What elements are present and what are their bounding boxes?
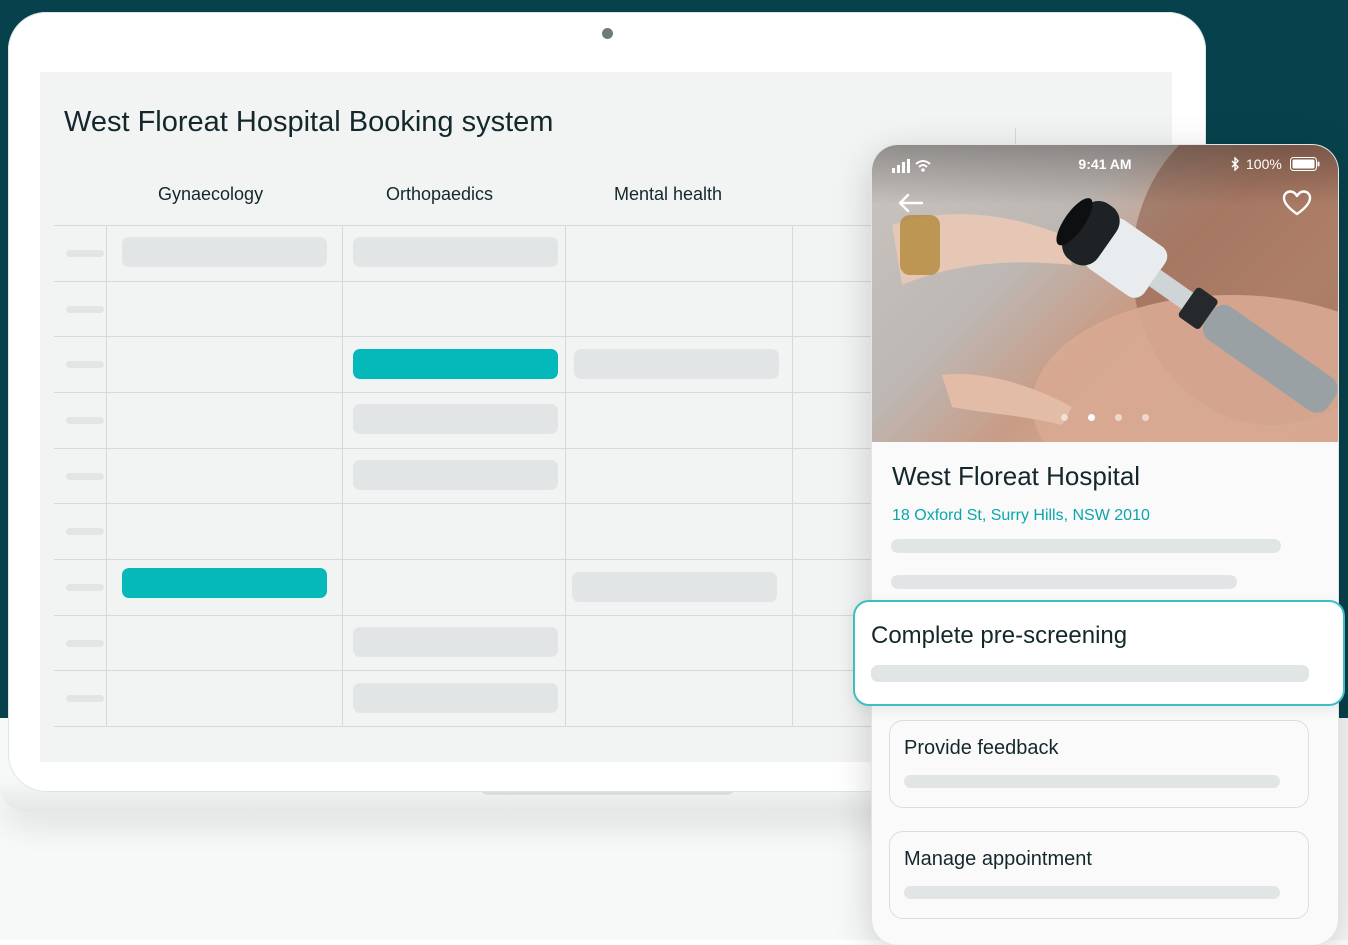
- time-label-placeholder: [66, 473, 104, 480]
- text-placeholder: [904, 886, 1280, 899]
- text-placeholder: [904, 775, 1280, 788]
- time-label-placeholder: [66, 417, 104, 424]
- carousel-dot[interactable]: [1115, 414, 1122, 421]
- provide-feedback-card[interactable]: Provide feedback: [889, 720, 1309, 808]
- grid-column-line: [792, 225, 793, 726]
- carousel-dot-current[interactable]: [1088, 414, 1095, 421]
- heart-icon[interactable]: [1282, 189, 1312, 217]
- laptop-camera: [602, 28, 613, 39]
- page-title: West Floreat Hospital Booking system: [64, 106, 554, 138]
- battery-icon: [1290, 157, 1320, 171]
- appointment-slot[interactable]: [353, 404, 558, 434]
- text-placeholder: [871, 665, 1309, 682]
- appointment-slot[interactable]: [122, 237, 327, 267]
- time-label-placeholder: [66, 250, 104, 257]
- appointment-slot[interactable]: [353, 683, 558, 713]
- time-label-placeholder: [66, 528, 104, 535]
- time-label-placeholder: [66, 584, 104, 591]
- bluetooth-icon: [1231, 157, 1239, 171]
- column-header-mental-health: Mental health: [614, 184, 723, 204]
- arrow-left-icon[interactable]: [896, 191, 926, 215]
- appointment-slot[interactable]: [353, 237, 558, 267]
- column-header-orthopaedics: Orthopaedics: [386, 184, 494, 204]
- time-label-placeholder: [66, 695, 104, 702]
- grid-column-line: [106, 225, 107, 726]
- hospital-name: West Floreat Hospital: [892, 461, 1141, 491]
- hospital-address[interactable]: 18 Oxford St, Surry Hills, NSW 2010: [892, 507, 1150, 525]
- action-label: Complete pre-screening: [871, 622, 1128, 649]
- appointment-slot[interactable]: [574, 349, 779, 379]
- text-placeholder: [891, 539, 1281, 553]
- carousel-dot[interactable]: [1061, 414, 1068, 421]
- appointment-slot-selected[interactable]: [122, 568, 327, 598]
- manage-appointment-card[interactable]: Manage appointment: [889, 831, 1309, 919]
- appointment-slot[interactable]: [353, 460, 558, 490]
- action-label: Manage appointment: [904, 848, 1092, 870]
- appointment-slot[interactable]: [353, 627, 558, 657]
- complete-pre-screening-card[interactable]: Complete pre-screening: [853, 600, 1345, 706]
- carousel-dot[interactable]: [1142, 414, 1149, 421]
- status-bar-overlay: [872, 145, 1338, 205]
- grid-column-line: [342, 225, 343, 726]
- grid-column-line: [565, 225, 566, 726]
- time-label-placeholder: [66, 640, 104, 647]
- text-placeholder: [891, 575, 1237, 589]
- appointment-slot[interactable]: [572, 572, 777, 602]
- battery-percentage: 100%: [1246, 156, 1282, 172]
- column-header-gynaecology: Gynaecology: [158, 184, 264, 204]
- appointment-slot-selected[interactable]: [353, 349, 558, 379]
- phone-card: 9:41 AM 100% West Floreat Hospital 18 Ox…: [872, 145, 1338, 945]
- action-label: Provide feedback: [904, 737, 1059, 759]
- hospital-photo: 9:41 AM 100%: [872, 145, 1338, 515]
- time-label-placeholder: [66, 306, 104, 313]
- time-label-placeholder: [66, 361, 104, 368]
